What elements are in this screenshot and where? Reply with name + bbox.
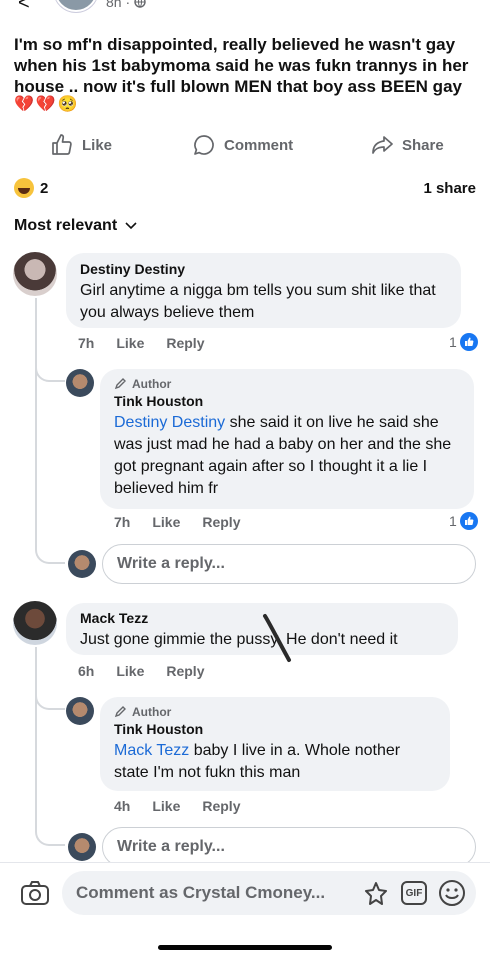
replier-name[interactable]: Tink Houston xyxy=(114,393,462,409)
like-badge-icon xyxy=(459,512,478,530)
share-button[interactable]: Share xyxy=(370,132,444,158)
post-text: I'm so mf'n disappointed, really believe… xyxy=(14,35,469,96)
comment-reply-button[interactable]: Reply xyxy=(166,663,204,679)
reply-like-button[interactable]: Like xyxy=(152,798,180,814)
comment-time[interactable]: 7h xyxy=(78,335,94,351)
comment-like-button[interactable]: Like xyxy=(116,335,144,351)
reply-meta: 7h Like Reply xyxy=(114,514,240,530)
shares-count[interactable]: 1 share xyxy=(423,180,476,197)
author-badge: Author xyxy=(114,705,438,719)
thread-connector xyxy=(35,686,65,710)
thread-line xyxy=(35,647,37,827)
reply-time[interactable]: 4h xyxy=(114,798,130,814)
avatar[interactable] xyxy=(13,252,57,296)
comment-time[interactable]: 6h xyxy=(78,663,94,679)
reply-time[interactable]: 7h xyxy=(114,514,130,530)
reply-meta: 4h Like Reply xyxy=(114,798,240,814)
reply-reply-button[interactable]: Reply xyxy=(202,514,240,530)
reply-reply-button[interactable]: Reply xyxy=(202,798,240,814)
avatar[interactable] xyxy=(66,369,94,397)
comment-text: Girl anytime a nigga bm tells you sum sh… xyxy=(80,282,436,321)
thread-connector xyxy=(35,540,65,564)
replier-name[interactable]: Tink Houston xyxy=(114,721,438,737)
comment-button[interactable]: Comment xyxy=(192,132,293,158)
comment-filter-dropdown[interactable]: Most relevant xyxy=(14,217,137,235)
avatar xyxy=(68,550,96,578)
reply-like-count[interactable]: 1 xyxy=(449,512,478,530)
sticker-icon[interactable] xyxy=(362,880,390,908)
commenter-name[interactable]: Destiny Destiny xyxy=(80,261,449,277)
avatar[interactable] xyxy=(13,601,57,645)
comment-like-count[interactable]: 1 xyxy=(449,333,478,351)
reply-text: Destiny Destiny she said it on live he s… xyxy=(114,414,452,497)
camera-icon[interactable] xyxy=(20,880,50,906)
comment-meta: 7h Like Reply xyxy=(78,335,204,351)
reply-input[interactable]: Write a reply... xyxy=(102,544,476,584)
comment-reply-button[interactable]: Reply xyxy=(166,335,204,351)
reply-bubble: Author Tink Houston Mack Tezz baby I liv… xyxy=(100,697,450,791)
comment-icon xyxy=(194,135,214,155)
globe-icon xyxy=(134,0,146,8)
thread-connector xyxy=(35,822,65,846)
chevron-down-icon xyxy=(125,222,137,230)
thread-line xyxy=(35,298,37,543)
post-time: 8h · xyxy=(106,0,146,10)
author-badge: Author xyxy=(114,377,462,391)
like-badge-icon xyxy=(459,333,478,351)
comment-meta: 6h Like Reply xyxy=(78,663,204,679)
reply-text: Mack Tezz baby I live in a. Whole nother… xyxy=(114,742,401,781)
poster-avatar[interactable] xyxy=(54,0,98,12)
avatar xyxy=(68,833,96,861)
pencil-icon xyxy=(114,378,126,390)
back-arrow-icon[interactable]: < xyxy=(18,0,30,15)
reactions-summary[interactable]: 2 xyxy=(14,178,48,198)
comment-bubble: Destiny Destiny Girl anytime a nigga bm … xyxy=(66,253,461,328)
comment-like-button[interactable]: Like xyxy=(116,663,144,679)
thread-connector xyxy=(35,358,65,382)
reply-bubble: Author Tink Houston Destiny Destiny she … xyxy=(100,369,474,509)
post-emojis: 💔💔🥺 xyxy=(14,96,80,113)
home-indicator xyxy=(158,945,332,950)
like-button[interactable]: Like xyxy=(50,132,112,158)
laugh-reaction-icon xyxy=(14,178,34,198)
reply-input[interactable]: Write a reply... xyxy=(102,827,476,867)
share-icon xyxy=(372,136,393,154)
reply-like-button[interactable]: Like xyxy=(152,514,180,530)
mention-link[interactable]: Mack Tezz xyxy=(114,742,189,759)
avatar[interactable] xyxy=(66,697,94,725)
gif-button[interactable]: GIF xyxy=(401,881,427,905)
scribble-mark xyxy=(263,614,291,662)
pencil-icon xyxy=(114,706,126,718)
mention-link[interactable]: Destiny Destiny xyxy=(114,414,225,431)
thumbs-up-icon xyxy=(52,134,72,155)
emoji-icon[interactable] xyxy=(438,879,466,907)
